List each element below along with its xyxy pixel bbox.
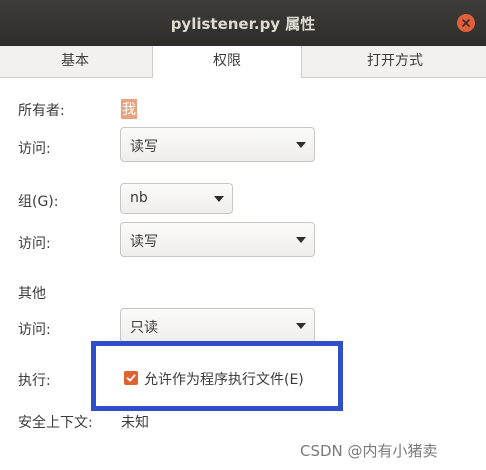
owner-access-dropdown[interactable]: 读写: [120, 127, 315, 162]
others-access-dropdown[interactable]: 只读: [120, 308, 315, 343]
window-title: pylistener.py 属性: [170, 15, 316, 33]
close-button[interactable]: [457, 14, 475, 32]
watermark: CSDN @内有小猪卖: [300, 442, 438, 460]
close-icon: [462, 19, 470, 27]
tab-permissions[interactable]: 权限: [152, 46, 302, 78]
tab-bar: 基本 权限 打开方式: [0, 46, 486, 78]
security-context-label: 安全上下文:: [18, 415, 93, 431]
owner-label: 所有者:: [18, 103, 65, 119]
tab-open-with[interactable]: 打开方式: [304, 46, 486, 77]
dropdown-arrow-icon: [214, 196, 224, 202]
group-label: 组(G):: [18, 194, 59, 210]
dropdown-arrow-icon: [296, 323, 306, 329]
group-access-dropdown[interactable]: 读写: [120, 222, 315, 257]
group-access-label: 访问:: [18, 236, 51, 252]
group-access-value: 读写: [130, 234, 158, 250]
others-heading: 其他: [18, 286, 46, 302]
owner-value: 我: [121, 99, 137, 119]
owner-access-value: 读写: [130, 139, 158, 155]
group-dropdown[interactable]: nb: [120, 183, 233, 214]
group-value: nb: [130, 190, 148, 206]
owner-access-label: 访问:: [18, 141, 51, 157]
others-access-label: 访问:: [18, 322, 51, 338]
tab-basic[interactable]: 基本: [0, 46, 150, 77]
security-context-value: 未知: [121, 415, 149, 431]
annotation-highlight-box: [91, 341, 343, 411]
dropdown-arrow-icon: [296, 237, 306, 243]
dropdown-arrow-icon: [296, 142, 306, 148]
window-titlebar: pylistener.py 属性: [0, 0, 486, 46]
others-access-value: 只读: [130, 320, 158, 336]
execute-label: 执行:: [18, 373, 51, 389]
